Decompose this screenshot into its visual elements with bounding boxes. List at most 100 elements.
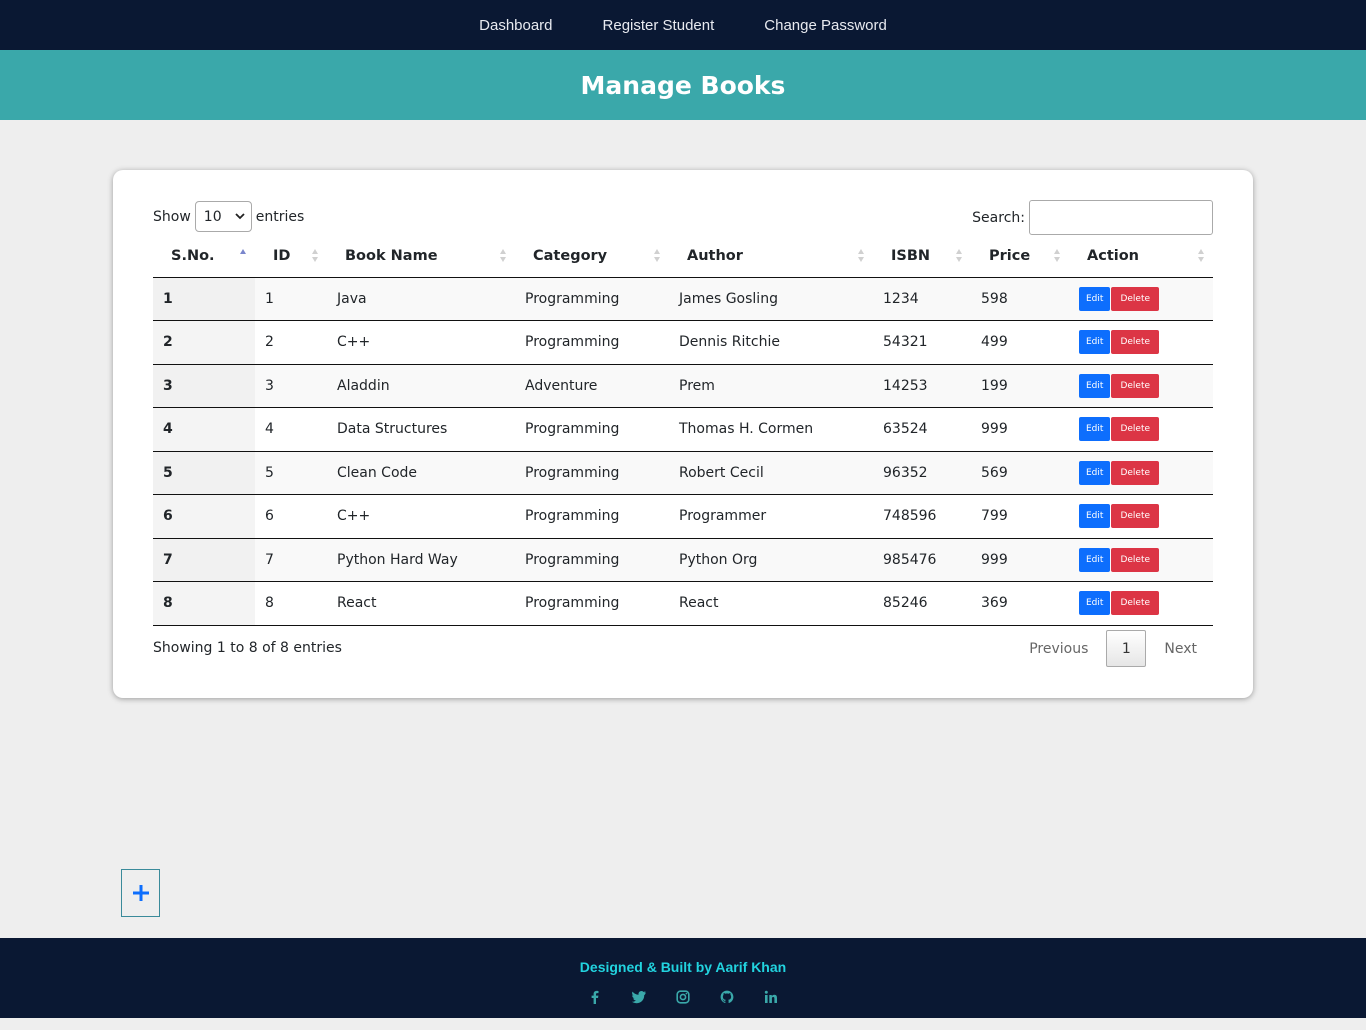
books-table-body: 1 1 Java Programming James Gosling 1234 598 Edi… <box>153 277 1213 626</box>
github-icon[interactable] <box>718 989 736 1005</box>
cell-category: Programming <box>515 581 669 626</box>
delete-button[interactable]: Delete <box>1111 373 1160 398</box>
entries-label: entries <box>255 208 305 225</box>
linkedin-icon[interactable] <box>762 989 780 1005</box>
cell-category: Programming <box>515 320 669 365</box>
cell-book-name: Aladdin <box>327 364 515 408</box>
cell-category: Programming <box>515 277 669 321</box>
cell-author: Dennis Ritchie <box>669 320 873 365</box>
page-banner: Manage Books <box>0 50 1366 120</box>
cell-sno: 3 <box>153 364 255 408</box>
cell-category: Programming <box>515 538 669 582</box>
plus-icon <box>132 885 149 901</box>
pagination: Previous 1 Next <box>1029 630 1213 667</box>
edit-button[interactable]: Edit <box>1079 373 1111 398</box>
cell-isbn: 748596 <box>873 494 971 539</box>
table-row: 3 3 Aladdin Adventure Prem 14253 199 Edit Delete <box>153 364 1213 408</box>
edit-button[interactable]: Edit <box>1079 504 1111 529</box>
cell-price: 999 <box>971 538 1069 582</box>
delete-button[interactable]: Delete <box>1111 286 1160 311</box>
previous-page-button[interactable]: Previous <box>1029 641 1088 657</box>
cell-price: 369 <box>971 581 1069 626</box>
column-header-sno[interactable]: S.No. <box>153 236 255 278</box>
chevron-down-icon <box>235 213 245 220</box>
column-header-category[interactable]: Category <box>515 236 669 278</box>
cell-sno: 1 <box>153 277 255 321</box>
cell-isbn: 985476 <box>873 538 971 582</box>
table-row: 8 8 React Programming React 85246 369 Edit Delet… <box>153 581 1213 626</box>
cell-action: Edit Delete <box>1069 277 1213 321</box>
cell-action: Edit Delete <box>1069 494 1213 539</box>
edit-button[interactable]: Edit <box>1079 547 1111 572</box>
delete-button[interactable]: Delete <box>1111 591 1160 616</box>
cell-sno: 4 <box>153 407 255 452</box>
cell-author: Thomas H. Cormen <box>669 407 873 452</box>
delete-button[interactable]: Delete <box>1111 330 1160 355</box>
cell-author: Prem <box>669 364 873 408</box>
cell-isbn: 54321 <box>873 320 971 365</box>
edit-button[interactable]: Edit <box>1079 591 1111 616</box>
cell-category: Programming <box>515 451 669 495</box>
page-1-button[interactable]: 1 <box>1106 630 1147 667</box>
cell-category: Adventure <box>515 364 669 408</box>
sort-icon <box>1198 249 1205 263</box>
facebook-icon[interactable] <box>586 989 604 1005</box>
delete-button[interactable]: Delete <box>1111 417 1160 442</box>
table-row: 1 1 Java Programming James Gosling 1234 598 Edi… <box>153 277 1213 321</box>
instagram-icon[interactable] <box>674 989 692 1005</box>
column-header-book-name[interactable]: Book Name <box>327 236 515 278</box>
cell-author: Programmer <box>669 494 873 539</box>
table-row: 4 4 Data Structures Programming Thomas H. Co… <box>153 407 1213 452</box>
cell-sno: 7 <box>153 538 255 582</box>
books-table-card: Show 10 entries Search: S.No. ID Book Na… <box>113 170 1253 698</box>
cell-sno: 5 <box>153 451 255 495</box>
cell-isbn: 63524 <box>873 407 971 452</box>
entries-select[interactable]: 10 <box>194 201 252 232</box>
edit-button[interactable]: Edit <box>1079 286 1111 311</box>
twitter-icon[interactable] <box>630 989 648 1005</box>
cell-author: Robert Cecil <box>669 451 873 495</box>
add-book-button[interactable] <box>121 869 160 917</box>
edit-button[interactable]: Edit <box>1079 330 1111 355</box>
search-label: Search: <box>972 209 1025 226</box>
top-navbar: Dashboard Register Student Change Passwo… <box>0 0 1366 50</box>
cell-sno: 2 <box>153 320 255 365</box>
cell-book-name: Java <box>327 277 515 321</box>
sort-icon <box>312 249 319 263</box>
edit-button[interactable]: Edit <box>1079 460 1111 485</box>
cell-price: 499 <box>971 320 1069 365</box>
cell-book-name: Python Hard Way <box>327 538 515 582</box>
entries-select-value: 10 <box>203 208 222 225</box>
cell-id: 8 <box>255 581 327 626</box>
nav-change-password-link[interactable]: Change Password <box>764 17 887 34</box>
sort-icon <box>1054 249 1061 263</box>
next-page-button[interactable]: Next <box>1164 641 1197 657</box>
cell-id: 6 <box>255 494 327 539</box>
books-table: S.No. ID Book Name Category Author ISBN … <box>153 236 1213 626</box>
column-header-price[interactable]: Price <box>971 236 1069 278</box>
cell-isbn: 1234 <box>873 277 971 321</box>
table-row: 7 7 Python Hard Way Programming Python Org 98… <box>153 538 1213 582</box>
column-header-author[interactable]: Author <box>669 236 873 278</box>
column-header-action[interactable]: Action <box>1069 236 1213 278</box>
nav-register-student-link[interactable]: Register Student <box>603 17 715 34</box>
cell-category: Programming <box>515 407 669 452</box>
delete-button[interactable]: Delete <box>1111 547 1160 572</box>
delete-button[interactable]: Delete <box>1111 504 1160 529</box>
cell-book-name: React <box>327 581 515 626</box>
cell-book-name: Data Structures <box>327 407 515 452</box>
nav-dashboard-link[interactable]: Dashboard <box>479 17 552 34</box>
delete-button[interactable]: Delete <box>1111 460 1160 485</box>
search-input[interactable] <box>1029 200 1213 235</box>
cell-category: Programming <box>515 494 669 539</box>
footer: Designed & Built by Aarif Khan <box>0 938 1366 1018</box>
column-header-isbn[interactable]: ISBN <box>873 236 971 278</box>
cell-id: 3 <box>255 364 327 408</box>
column-header-id[interactable]: ID <box>255 236 327 278</box>
cell-sno: 8 <box>153 581 255 626</box>
cell-id: 1 <box>255 277 327 321</box>
cell-isbn: 85246 <box>873 581 971 626</box>
cell-author: James Gosling <box>669 277 873 321</box>
edit-button[interactable]: Edit <box>1079 417 1111 442</box>
cell-action: Edit Delete <box>1069 320 1213 365</box>
